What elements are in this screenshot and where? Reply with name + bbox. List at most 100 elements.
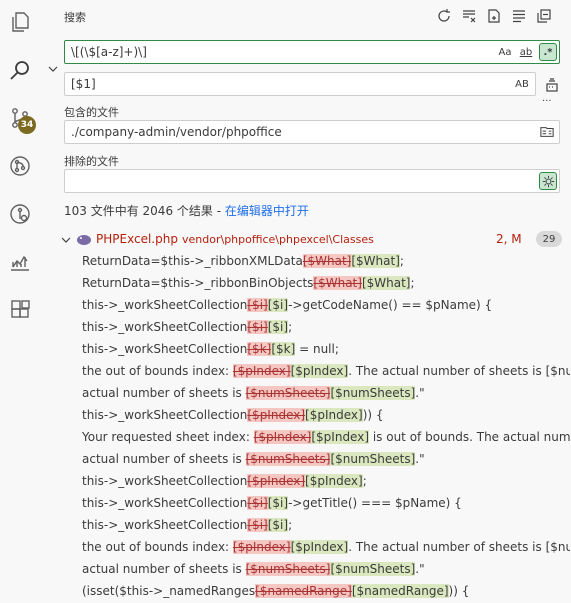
match-row[interactable]: this->_workSheetCollection[$i][$i]->getC… — [82, 294, 570, 316]
match-deleted: [$numSheets] — [245, 562, 331, 576]
match-prefix: this->_workSheetCollection — [82, 496, 248, 510]
match-inserted: [$numSheets] — [330, 562, 416, 576]
match-row[interactable]: actual number of sheets is [$numSheets][… — [82, 382, 570, 404]
explorer-icon[interactable] — [6, 8, 34, 36]
match-prefix: ReturnData=$this->_ribbonXMLData — [82, 254, 303, 268]
include-label: 包含的文件 — [64, 106, 119, 119]
match-inserted: [$pIndex] — [311, 430, 370, 444]
activity-bar: 34 — [0, 0, 41, 603]
search-panel: 搜索 \[(\$[a-z]+)\] Aa ab .* [$1] AB ··· 包… — [40, 0, 571, 603]
match-row[interactable]: ReturnData=$this->_ribbonXMLData[$What][… — [82, 250, 570, 272]
match-prefix: the out of bounds index: — [82, 364, 233, 378]
match-row[interactable]: actual number of sheets is [$numSheets][… — [82, 448, 570, 470]
match-suffix: ." — [415, 452, 425, 466]
replace-input[interactable]: [$1] AB — [64, 72, 536, 96]
match-deleted: [$numSheets] — [245, 452, 331, 466]
source-control-badge: 34 — [18, 116, 36, 134]
match-prefix: the out of bounds index: — [82, 540, 233, 554]
match-row[interactable]: this->_workSheetCollection[$k][$k] = nul… — [82, 338, 570, 360]
match-row[interactable]: actual number of sheets is [$numSheets][… — [82, 558, 570, 580]
clear-results-icon[interactable] — [459, 6, 479, 26]
match-suffix: ->getTitle() === $pName) { — [288, 496, 462, 510]
match-case-toggle[interactable]: Aa — [497, 43, 513, 61]
match-row[interactable]: Your requested sheet index: [$pIndex][$p… — [82, 426, 570, 448]
include-text: ./company-admin/vendor/phpoffice — [71, 125, 282, 139]
match-deleted: [$k] — [247, 342, 272, 356]
timeline-chart-icon[interactable] — [6, 248, 34, 276]
match-suffix: . The actual number of sheets is [$num..… — [348, 364, 570, 378]
match-row[interactable]: the out of bounds index: [$pIndex][$pInd… — [82, 360, 570, 382]
include-input[interactable]: ./company-admin/vendor/phpoffice — [64, 120, 560, 144]
open-editors-only-icon[interactable] — [539, 123, 555, 141]
results-summary-text: 103 文件中有 2046 个结果 - — [64, 204, 225, 218]
replace-all-icon[interactable] — [542, 75, 562, 95]
match-prefix: this->_workSheetCollection — [82, 342, 248, 356]
match-deleted: [$i] — [247, 320, 268, 334]
match-prefix: this->_workSheetCollection — [82, 320, 248, 334]
match-deleted: [$namedRange] — [255, 584, 352, 598]
file-result-row[interactable]: PHPExcel.php vendor\phpoffice\phpexcel\C… — [40, 230, 571, 250]
match-suffix: is out of bounds. The actual numbe... — [372, 430, 570, 444]
match-suffix: ; — [362, 474, 367, 488]
preserve-case-toggle[interactable]: AB — [513, 75, 531, 93]
match-inserted: [$namedRange] — [351, 584, 449, 598]
match-row[interactable]: this->_workSheetCollection[$i][$i]; — [82, 514, 570, 536]
toggle-replace-chevron-icon[interactable] — [46, 62, 60, 76]
match-prefix: ReturnData=$this->_ribbonBinObjects — [82, 276, 314, 290]
match-deleted: [$pIndex] — [247, 474, 306, 488]
match-prefix: this->_workSheetCollection — [82, 474, 248, 488]
panel-title: 搜索 — [64, 11, 86, 24]
match-suffix: )) { — [448, 584, 470, 598]
match-prefix: actual number of sheets is — [82, 386, 246, 400]
match-deleted: [$What] — [313, 276, 362, 290]
match-deleted: [$i] — [247, 518, 268, 532]
match-row[interactable]: (isset($this->_namedRanges[$namedRange][… — [82, 580, 570, 602]
match-deleted: [$pIndex] — [247, 408, 306, 422]
extensions-icon[interactable] — [6, 296, 34, 324]
match-row[interactable]: the out of bounds index: [$pIndex][$pInd… — [82, 536, 570, 558]
match-deleted: [$i] — [247, 298, 268, 312]
match-inserted: [$k] — [271, 342, 296, 356]
match-deleted: [$numSheets] — [245, 386, 331, 400]
match-inserted: [$pIndex] — [290, 364, 349, 378]
view-as-list-icon[interactable] — [509, 6, 529, 26]
expand-chevron-icon[interactable] — [60, 234, 72, 246]
use-exclude-settings-icon[interactable] — [539, 172, 557, 190]
match-count-badge: 29 — [536, 231, 562, 247]
match-prefix: actual number of sheets is — [82, 452, 246, 466]
toggle-details-button[interactable]: ··· — [542, 96, 552, 107]
search-input[interactable]: \[(\$[a-z]+)\] Aa ab .* — [64, 40, 560, 64]
match-row[interactable]: this->_workSheetCollection[$pIndex][$pIn… — [82, 470, 570, 492]
collapse-all-icon[interactable] — [534, 6, 554, 26]
exclude-input[interactable] — [64, 169, 560, 193]
remote-explorer-icon[interactable] — [6, 200, 34, 228]
pull-request-icon[interactable] — [6, 152, 34, 180]
match-inserted: [$What] — [351, 254, 400, 268]
match-prefix: this->_workSheetCollection — [82, 518, 248, 532]
php-elephant-icon — [77, 235, 91, 245]
new-search-editor-icon[interactable] — [484, 6, 504, 26]
match-inserted: [$i] — [267, 518, 289, 532]
match-deleted: [$What] — [302, 254, 352, 268]
match-row[interactable]: this->_workSheetCollection[$i][$i]; — [82, 316, 570, 338]
match-row[interactable]: ReturnData=$this->_ribbonBinObjects[$Wha… — [82, 272, 570, 294]
match-inserted: [$i] — [267, 496, 289, 510]
match-prefix: actual number of sheets is — [82, 562, 246, 576]
match-row[interactable]: this->_workSheetCollection[$i][$i]->getT… — [82, 492, 570, 514]
match-inserted: [$What] — [361, 276, 411, 290]
match-row[interactable]: this->_workSheetCollection[$pIndex][$pIn… — [82, 404, 570, 426]
search-icon[interactable] — [6, 56, 34, 84]
exclude-label: 排除的文件 — [64, 155, 119, 168]
match-inserted: [$i] — [267, 298, 289, 312]
open-in-editor-link[interactable]: 在编辑器中打开 — [225, 204, 309, 218]
match-inserted: [$numSheets] — [330, 452, 416, 466]
refresh-icon[interactable] — [434, 6, 454, 26]
whole-word-toggle[interactable]: ab — [517, 43, 535, 61]
match-suffix: ->getCodeName() == $pName) { — [288, 298, 493, 312]
match-suffix: ; — [399, 254, 404, 268]
file-status: 2, M — [496, 232, 522, 246]
match-suffix: ; — [288, 320, 293, 334]
match-prefix: (isset($this->_namedRanges — [82, 584, 256, 598]
regex-toggle[interactable]: .* — [539, 43, 557, 61]
results-summary: 103 文件中有 2046 个结果 - 在编辑器中打开 — [64, 202, 309, 219]
